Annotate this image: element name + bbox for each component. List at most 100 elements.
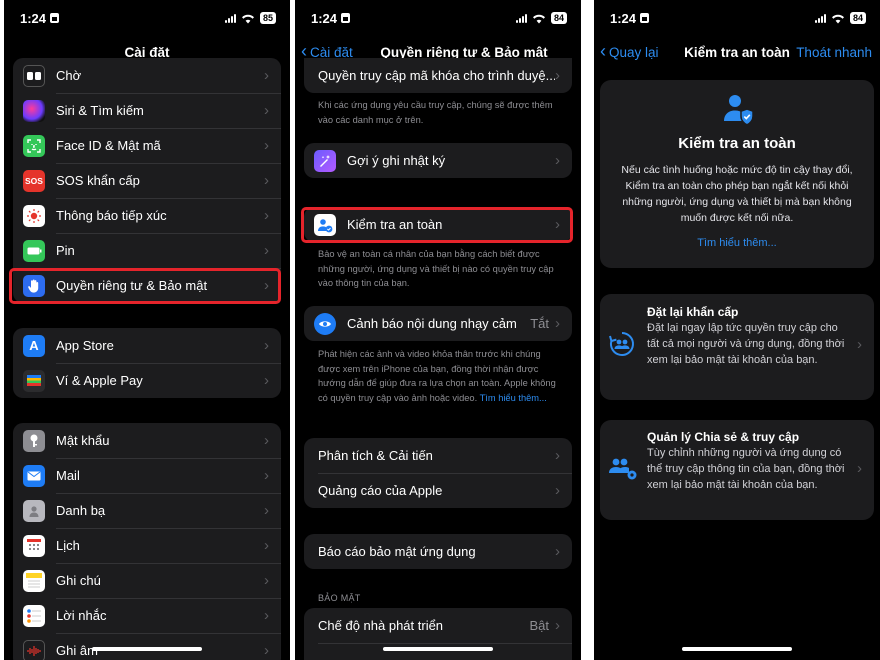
- row-value: Bật: [529, 618, 549, 633]
- wallet-icon: [23, 369, 45, 392]
- settings-row-developer-mode[interactable]: Chế độ nhà phát triển Bật ›: [304, 608, 572, 643]
- chevron-right-icon: ›: [555, 447, 560, 464]
- chevron-right-icon: ›: [264, 172, 269, 189]
- chevron-right-icon: ›: [264, 137, 269, 154]
- settings-row-battery[interactable]: Pin ›: [13, 233, 281, 268]
- key-icon: [23, 429, 45, 452]
- settings-row-analytics[interactable]: Phân tích & Cải tiến ›: [304, 438, 572, 473]
- privacy-security-screen: 1:24 84 ‹ Cài đặt Quyền riêng tư & Bảo mậ…: [295, 0, 581, 660]
- voice-memos-icon: [23, 639, 45, 660]
- settings-row-contacts[interactable]: Danh bạ ›: [13, 493, 281, 528]
- journal-sparkle-icon: [314, 149, 336, 172]
- settings-group-2: A App Store › Ví & Apple Pay ›: [13, 328, 281, 398]
- settings-row-sensitive-content[interactable]: Cảnh báo nội dung nhạy cảm Tắt ›: [304, 306, 572, 341]
- learn-more-link[interactable]: Tìm hiểu thêm...: [600, 237, 874, 249]
- settings-row-calendar[interactable]: Lịch ›: [13, 528, 281, 563]
- chevron-right-icon: ›: [264, 372, 269, 389]
- home-indicator[interactable]: [92, 647, 202, 651]
- settings-screen: 1:24 85 Cài đặt Chờ › Siri & Tìm kiếm › Fa…: [4, 0, 290, 660]
- manage-sharing-icon: [609, 458, 637, 480]
- contacts-icon: [23, 499, 45, 522]
- mail-icon: [23, 464, 45, 487]
- siri-icon: [23, 99, 45, 122]
- row-label: Siri & Tìm kiếm: [56, 103, 144, 118]
- wifi-icon: [831, 14, 844, 23]
- settings-row-exposure[interactable]: Thông báo tiếp xúc ›: [13, 198, 281, 233]
- settings-row-appstore[interactable]: A App Store ›: [13, 328, 281, 363]
- settings-row-apple-ads[interactable]: Quảng cáo của Apple ›: [304, 473, 572, 508]
- row-label: Mail: [56, 468, 80, 483]
- app-privacy-report-group: Báo cáo bảo mật ứng dụng ›: [304, 534, 572, 569]
- emergency-reset-option[interactable]: Đặt lại khẩn cấp Đặt lại ngay lập tức qu…: [600, 294, 874, 400]
- chevron-right-icon: ›: [264, 337, 269, 354]
- sensitive-content-group: Cảnh báo nội dung nhạy cảm Tắt ›: [304, 306, 572, 341]
- status-bar: 1:24 85: [4, 0, 290, 36]
- home-indicator[interactable]: [682, 647, 792, 651]
- sim-icon: [50, 13, 60, 23]
- chevron-right-icon: ›: [857, 460, 862, 477]
- sensitive-eye-icon: [314, 312, 336, 335]
- settings-row-next[interactable]: [304, 643, 572, 660]
- sim-icon: [341, 13, 351, 23]
- security-group: Chế độ nhà phát triển Bật ›: [304, 608, 572, 660]
- row-label: Ví & Apple Pay: [56, 373, 143, 388]
- highlight-box: [301, 207, 573, 243]
- chevron-right-icon: ›: [555, 482, 560, 499]
- home-indicator[interactable]: [383, 647, 493, 651]
- chevron-right-icon: ›: [264, 607, 269, 624]
- nav-bar: ‹ Quay lại Kiểm tra an toàn Thoát nhanh: [594, 36, 880, 68]
- chevron-right-icon: ›: [857, 336, 862, 353]
- quick-exit-button[interactable]: Thoát nhanh: [796, 45, 872, 60]
- manage-sharing-description: Tùy chỉnh những người và ứng dụng có thể…: [647, 447, 845, 491]
- chevron-right-icon: ›: [555, 67, 560, 84]
- wifi-icon: [532, 14, 545, 23]
- status-time: 1:24: [610, 10, 637, 26]
- row-label: Pin: [56, 243, 75, 258]
- chevron-right-icon: ›: [264, 67, 269, 84]
- chevron-right-icon: ›: [264, 102, 269, 119]
- battery-level: 84: [550, 12, 567, 24]
- learn-more-link[interactable]: Tìm hiểu thêm...: [480, 393, 547, 403]
- battery-icon: [23, 239, 45, 262]
- settings-row-reminders[interactable]: Lời nhắc ›: [13, 598, 281, 633]
- battery-level: 84: [849, 12, 866, 24]
- manage-sharing-option[interactable]: Quản lý Chia sẻ & truy cập Tùy chỉnh nhữ…: [600, 420, 874, 520]
- chevron-right-icon: ›: [555, 543, 560, 560]
- settings-row-app-privacy-report[interactable]: Báo cáo bảo mật ứng dụng ›: [304, 534, 572, 569]
- settings-row-wallet[interactable]: Ví & Apple Pay ›: [13, 363, 281, 398]
- row-label: Chế độ nhà phát triển: [318, 618, 444, 633]
- settings-row-faceid[interactable]: Face ID & Mật mã ›: [13, 128, 281, 163]
- wifi-icon: [241, 14, 254, 23]
- row-label: Gợi ý ghi nhật ký: [347, 153, 446, 168]
- settings-row-standby[interactable]: Chờ ›: [13, 58, 281, 93]
- battery-level: 85: [259, 12, 276, 24]
- chevron-right-icon: ›: [264, 537, 269, 554]
- settings-row-browser-passkeys[interactable]: Quyền truy cập mã khóa cho trình duyệ...…: [304, 58, 572, 93]
- row-label: Ghi chú: [56, 573, 101, 588]
- row-label: Quyền truy cập mã khóa cho trình duyệ...: [318, 68, 555, 83]
- chevron-right-icon: ›: [555, 617, 560, 634]
- settings-row-siri[interactable]: Siri & Tìm kiếm ›: [13, 93, 281, 128]
- analytics-ads-group: Phân tích & Cải tiến › Quảng cáo của Appl…: [304, 438, 572, 508]
- settings-row-sos[interactable]: SOS SOS khẩn cấp ›: [13, 163, 281, 198]
- settings-row-mail[interactable]: Mail ›: [13, 458, 281, 493]
- security-section-header: BẢO MẬT: [318, 593, 361, 603]
- sos-icon: SOS: [23, 169, 45, 192]
- row-label: Quảng cáo của Apple: [318, 483, 443, 498]
- row-label: Lời nhắc: [56, 608, 107, 623]
- chevron-right-icon: ›: [264, 572, 269, 589]
- status-bar: 1:24 84: [594, 0, 880, 36]
- status-time: 1:24: [20, 10, 47, 26]
- emergency-reset-description: Đặt lại ngay lập tức quyền truy cập cho …: [647, 322, 845, 366]
- safety-check-footer: Bảo vệ an toàn cá nhân của bạn bằng cách…: [318, 249, 554, 288]
- standby-icon: [23, 64, 45, 87]
- status-time: 1:24: [311, 10, 338, 26]
- chevron-right-icon: ›: [264, 242, 269, 259]
- safety-check-hero-card: Kiểm tra an toàn Nếu các tình huống hoặc…: [600, 80, 874, 268]
- settings-row-passwords[interactable]: Mật khẩu ›: [13, 423, 281, 458]
- row-label: Cảnh báo nội dung nhạy cảm: [347, 316, 517, 331]
- row-label: Danh bạ: [56, 503, 106, 518]
- chevron-right-icon: ›: [264, 207, 269, 224]
- settings-row-notes[interactable]: Ghi chú ›: [13, 563, 281, 598]
- settings-row-journal-suggestions[interactable]: Gợi ý ghi nhật ký ›: [304, 143, 572, 178]
